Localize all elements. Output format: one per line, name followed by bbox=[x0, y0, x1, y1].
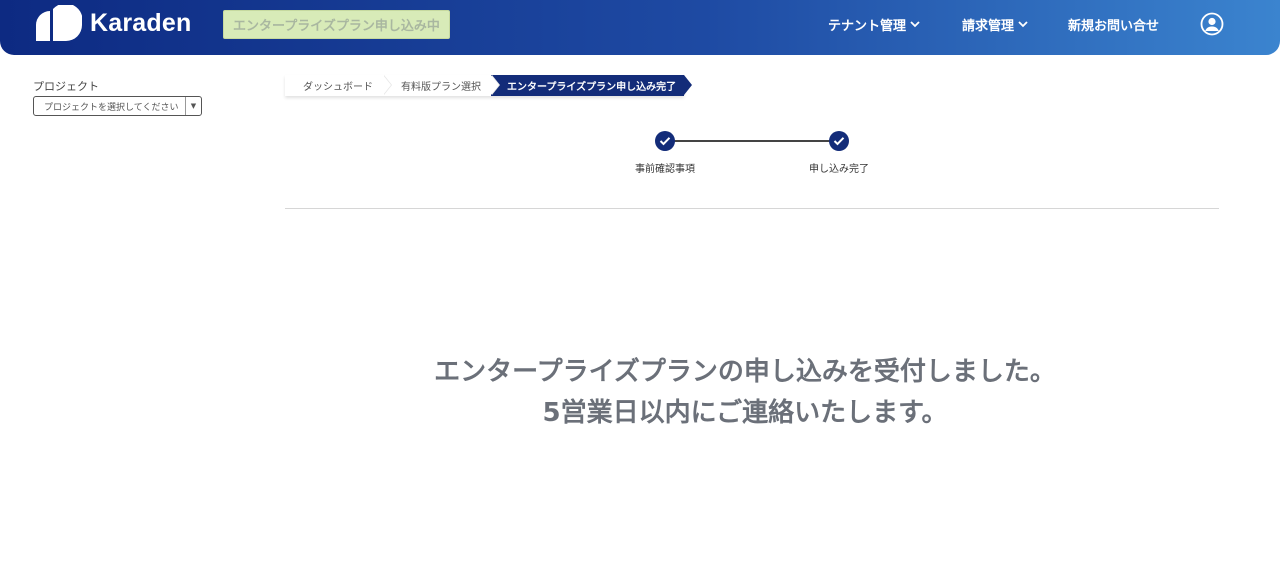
plan-status-badge: エンタープライズプラン申し込み中 bbox=[223, 10, 450, 39]
step-label-pre-check: 事前確認事項 bbox=[635, 164, 695, 175]
breadcrumb: ダッシュボード 有料版プラン選択 エンタープライズプラン申し込み完了 bbox=[285, 75, 693, 96]
project-label: プロジェクト bbox=[33, 80, 99, 93]
nav-billing-management[interactable]: 請求管理 bbox=[962, 0, 1028, 48]
project-select-value: プロジェクトを選択してください bbox=[44, 102, 179, 113]
logo-text: Karaden bbox=[90, 8, 192, 37]
section-divider bbox=[285, 208, 1219, 209]
nav-tenant-management[interactable]: テナント管理 bbox=[828, 0, 920, 48]
nav-billing-label: 請求管理 bbox=[962, 18, 1015, 34]
project-select[interactable]: プロジェクトを選択してください ▼ bbox=[33, 96, 202, 116]
karaden-logo-icon bbox=[36, 5, 82, 41]
nav-contact-label: 新規お問い合せ bbox=[1068, 18, 1160, 34]
dropdown-arrow-icon[interactable]: ▼ bbox=[185, 97, 201, 115]
breadcrumb-item-current: エンタープライズプラン申し込み完了 bbox=[491, 75, 693, 96]
step-complete-check-icon bbox=[655, 131, 675, 151]
completion-message-line1: エンタープライズプランの申し込みを受付しました。 bbox=[434, 357, 1056, 387]
chevron-down-icon bbox=[1018, 17, 1028, 32]
breadcrumb-item-paid-plan[interactable]: 有料版プラン選択 bbox=[383, 75, 500, 96]
karaden-logo[interactable]: Karaden bbox=[36, 5, 191, 41]
completion-message: エンタープライズプランの申し込みを受付しました。 5営業日以内にご連絡いたします… bbox=[285, 352, 1205, 434]
breadcrumb-item-dashboard[interactable]: ダッシュボード bbox=[285, 75, 392, 96]
completion-message-line2: 5営業日以内にご連絡いたします。 bbox=[542, 398, 948, 428]
nav-tenant-label: テナント管理 bbox=[828, 18, 907, 34]
stepper-connector bbox=[665, 140, 839, 142]
step-label-complete: 申し込み完了 bbox=[809, 164, 869, 175]
nav-new-inquiry[interactable]: 新規お問い合せ bbox=[1068, 0, 1159, 48]
top-header: Karaden エンタープライズプラン申し込み中 テナント管理 請求管理 新規お… bbox=[0, 0, 1280, 55]
user-circle-icon[interactable] bbox=[1200, 12, 1224, 36]
step-complete-check-icon bbox=[829, 131, 849, 151]
chevron-down-icon bbox=[910, 17, 920, 32]
